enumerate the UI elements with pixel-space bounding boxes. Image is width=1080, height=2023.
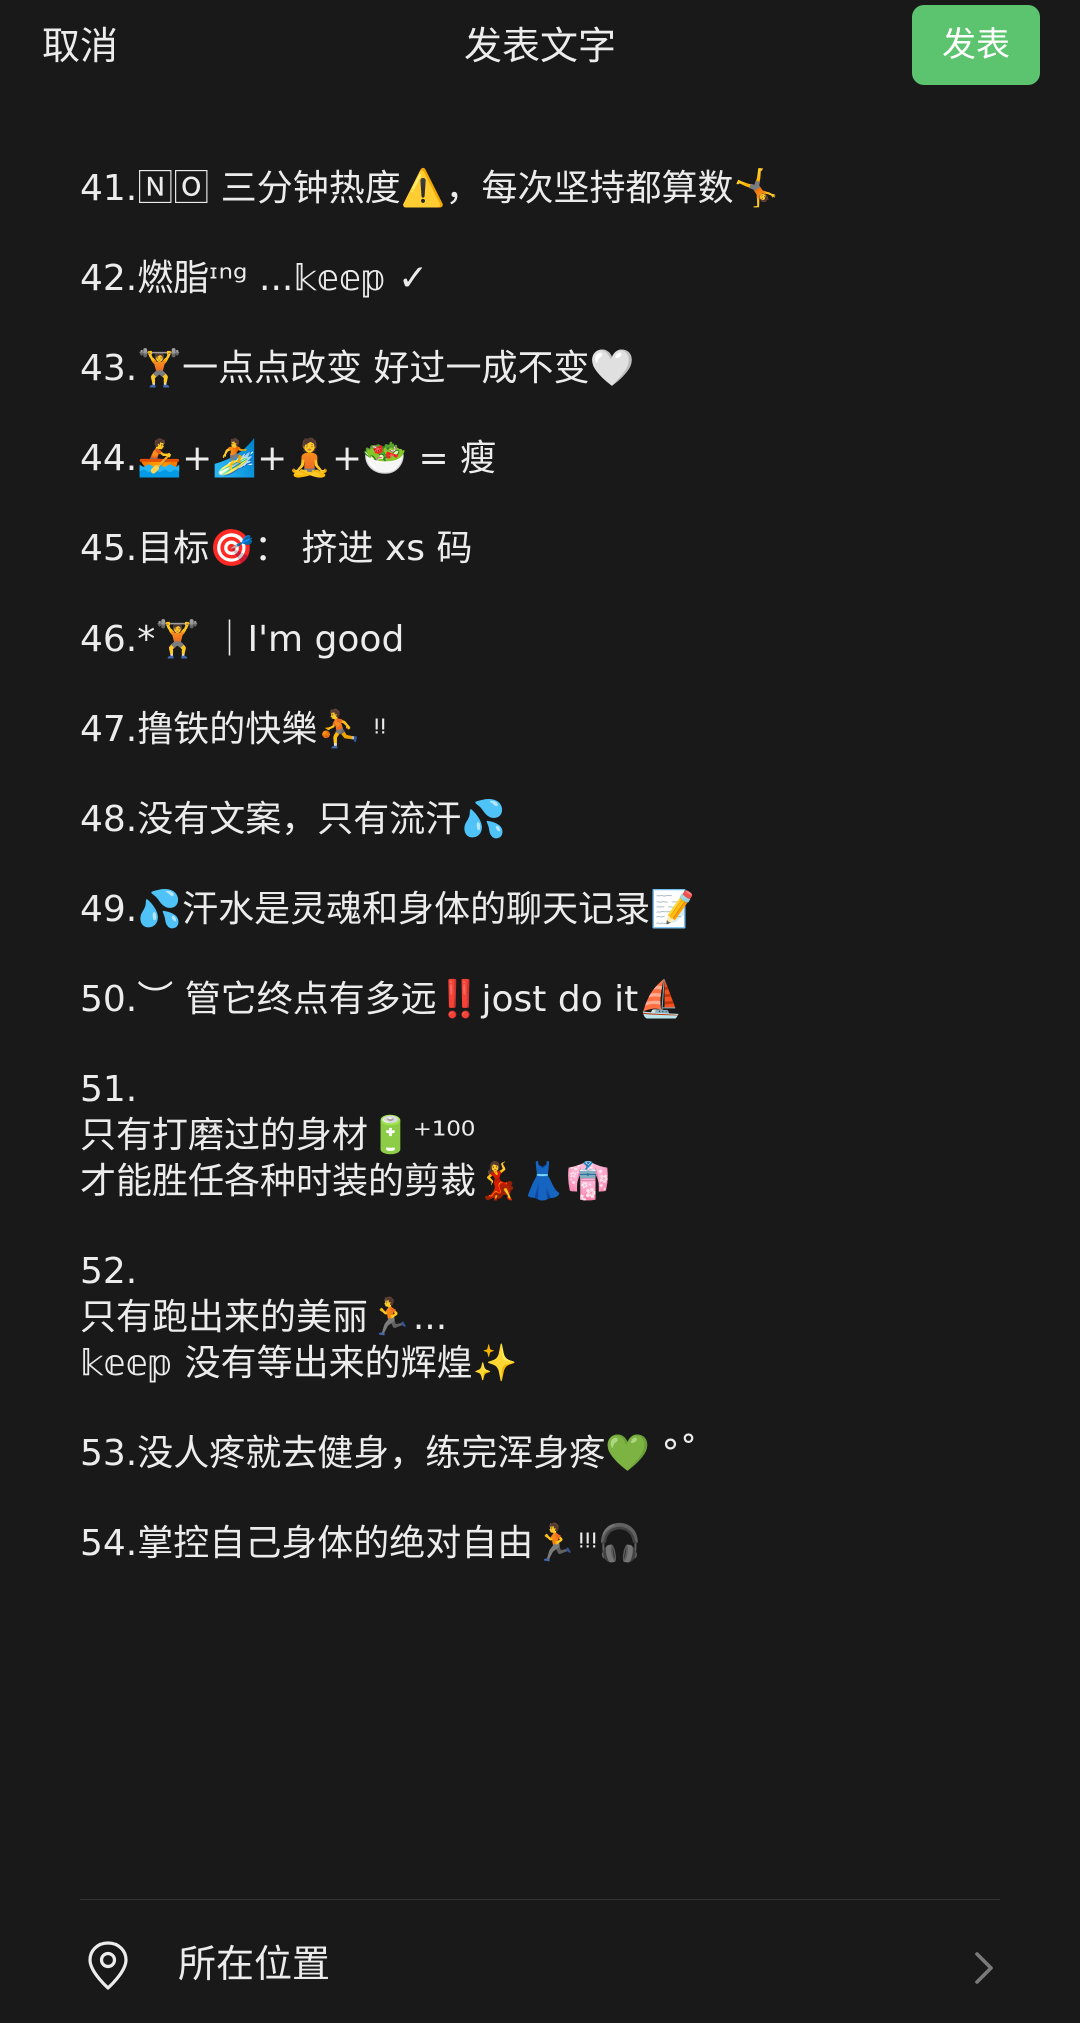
- location-pin-icon: [88, 1941, 128, 1990]
- post-line-48: 48.没有文案，只有流汗💦: [80, 799, 507, 840]
- post-line-54: 54.掌控自己身体的绝对自由🏃ᵎᵎᵎ🎧: [80, 1523, 643, 1564]
- post-line-47: 47.撸铁的快樂⛹️ ᵎᵎ: [80, 709, 387, 750]
- post-line-53: 53.没人疼就去健身，练完浑身疼💚 °˚: [80, 1433, 698, 1474]
- post-line-51-b: 才能胜任各种时装的剪裁💃👗👘: [80, 1161, 611, 1202]
- post-line-52-number: 52.: [80, 1251, 138, 1292]
- post-line-44: 44.🚣+🏄+🧘+🥗 = 瘦: [80, 438, 497, 479]
- post-line-50: 50.︶ 管它终点有多远‼️jost do it⛵: [80, 979, 684, 1020]
- post-line-41: 41.🄽🄾 三分钟热度⚠️，每次坚持都算数🤸: [80, 168, 779, 209]
- post-line-45: 45.目标🎯： 挤进 xs 码: [80, 528, 473, 569]
- post-line-51-number: 51.: [80, 1069, 138, 1110]
- top-bar: 取消 发表文字 发表: [0, 0, 1080, 92]
- post-line-42: 42.燃脂ᶦⁿᵍ ...𝕜𝕖𝕖𝕡 ✓: [80, 258, 429, 299]
- post-line-52-a: 只有跑出来的美丽🏃...: [80, 1297, 448, 1338]
- chevron-right-icon: [975, 1952, 993, 1984]
- publish-button[interactable]: 发表: [912, 5, 1040, 85]
- location-label: 所在位置: [178, 1942, 331, 1986]
- post-line-43: 43.🏋️一点点改变 好过一成不变🤍: [80, 348, 635, 389]
- post-line-49: 49.💦汗水是灵魂和身体的聊天记录📝: [80, 889, 695, 930]
- post-line-51-a: 只有打磨过的身材🔋⁺¹⁰⁰: [80, 1115, 476, 1156]
- post-text-editor[interactable]: 41.🄽🄾 三分钟热度⚠️，每次坚持都算数🤸 42.燃脂ᶦⁿᵍ ...𝕜𝕖𝕖𝕡 …: [80, 160, 1000, 1860]
- post-line-46: 46.*🏋️ ｜I'm good: [80, 619, 405, 660]
- post-line-52-b: 𝕜𝕖𝕖𝕡 没有等出来的辉煌✨: [80, 1343, 518, 1384]
- location-row[interactable]: 所在位置: [0, 1900, 1080, 2023]
